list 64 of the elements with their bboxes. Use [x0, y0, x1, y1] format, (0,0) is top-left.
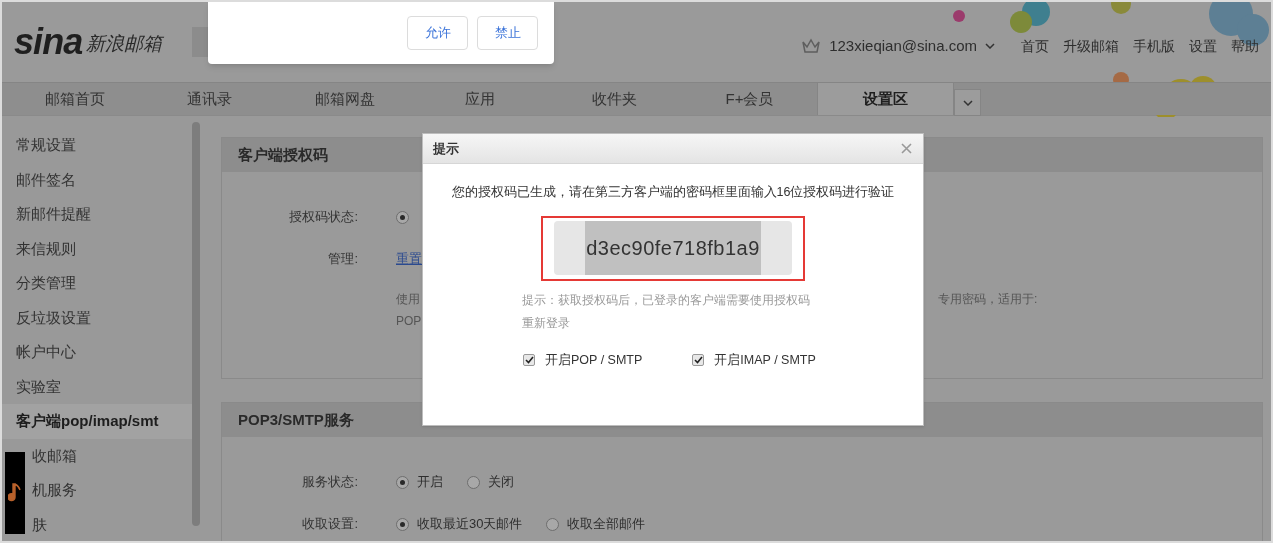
radio-button[interactable] — [396, 210, 409, 224]
panel-title: 客户端授权码 — [238, 144, 328, 165]
close-icon — [900, 143, 912, 154]
header-link[interactable]: 升级邮箱 — [1063, 35, 1119, 57]
music-widget[interactable] — [5, 452, 25, 534]
reset-link[interactable]: 重置 — [396, 249, 422, 269]
checkbox[interactable] — [692, 354, 705, 367]
sidebar-item[interactable]: 肤 — [2, 507, 192, 541]
logo-text: 新浪邮箱 — [86, 31, 163, 56]
checkbox[interactable] — [523, 354, 535, 367]
sidebar-item[interactable]: 收邮箱 — [2, 438, 192, 473]
nav-tab[interactable]: 邮箱首页 — [7, 83, 142, 115]
scrollbar[interactable] — [192, 122, 200, 526]
dialog-title: 提示 — [433, 139, 459, 158]
authorization-code: d3ec90fe718fb1a9 — [585, 221, 761, 276]
radio-label: 收取最近30天邮件 — [417, 515, 523, 534]
header-link[interactable]: 首页 — [1021, 35, 1049, 57]
close-button[interactable] — [899, 141, 913, 156]
checkbox-option[interactable]: 开启IMAP / SMTP — [692, 350, 816, 370]
radio-button[interactable] — [396, 475, 409, 489]
header-link[interactable]: 设置 — [1189, 35, 1217, 57]
field-label: 授权码状态: — [288, 208, 358, 227]
nav-tab[interactable]: 邮箱网盘 — [277, 83, 412, 115]
sidebar-item[interactable]: 实验室 — [2, 369, 192, 404]
sidebar-item[interactable]: 分类管理 — [2, 266, 192, 301]
nav-tab[interactable]: 收件夹 — [547, 83, 682, 115]
note-text: 使用 — [396, 291, 421, 308]
radio-button[interactable] — [546, 517, 560, 531]
nav-tab[interactable]: 设置区 — [817, 83, 954, 115]
nav-tab[interactable]: 通讯录 — [142, 83, 277, 115]
sidebar-item[interactable]: 常规设置 — [2, 128, 192, 163]
dialog-message: 您的授权码已生成，请在第三方客户端的密码框里面输入16位授权码进行验证 — [451, 184, 895, 201]
note-text: POP — [396, 313, 423, 330]
prompt-button[interactable]: 禁止 — [477, 16, 538, 50]
header-link[interactable]: 手机版 — [1133, 35, 1175, 57]
sidebar-item[interactable]: 帐户中心 — [2, 335, 192, 370]
music-note-icon — [8, 483, 22, 503]
sidebar-item[interactable]: 机服务 — [2, 473, 192, 508]
radio-label: 关闭 — [488, 473, 514, 492]
panel-title: POP3/SMTP服务 — [238, 409, 354, 430]
account-menu[interactable]: 123xieqian@sina.com — [829, 34, 995, 58]
chevron-icon — [962, 99, 973, 106]
crown-icon — [801, 38, 822, 54]
sidebar-item[interactable]: 新邮件提醒 — [2, 197, 192, 232]
sidebar-item[interactable]: 来信规则 — [2, 231, 192, 266]
radio-label: 收取全部邮件 — [567, 515, 646, 534]
radio-button[interactable] — [467, 475, 480, 489]
sidebar-item[interactable]: 邮件签名 — [2, 162, 192, 197]
field-label: 收取设置: — [301, 515, 358, 534]
sidebar-item[interactable]: 反垃圾设置 — [2, 300, 192, 335]
field-label: 服务状态: — [301, 473, 358, 492]
chevron-icon — [985, 43, 995, 49]
checkbox-option[interactable]: 开启POP / SMTP — [523, 350, 643, 370]
prompt-button[interactable]: 允许 — [407, 16, 468, 50]
logo-wordmark: sina — [14, 24, 83, 60]
header-link[interactable]: 帮助 — [1231, 35, 1259, 57]
note-text: 专用密码，适用于: — [938, 291, 1038, 308]
hint-text: 提示：获取授权码后，已登录的客户端需要使用授权码重新登录 — [521, 291, 811, 332]
nav-tab[interactable]: F+会员 — [682, 83, 817, 115]
radio-button[interactable] — [396, 517, 409, 531]
nav-tab[interactable]: 应用 — [412, 83, 547, 115]
radio-label: 开启 — [417, 473, 443, 492]
field-label: 管理: — [327, 250, 358, 269]
sidebar-item[interactable]: 客户端pop/imap/smt — [2, 404, 192, 439]
